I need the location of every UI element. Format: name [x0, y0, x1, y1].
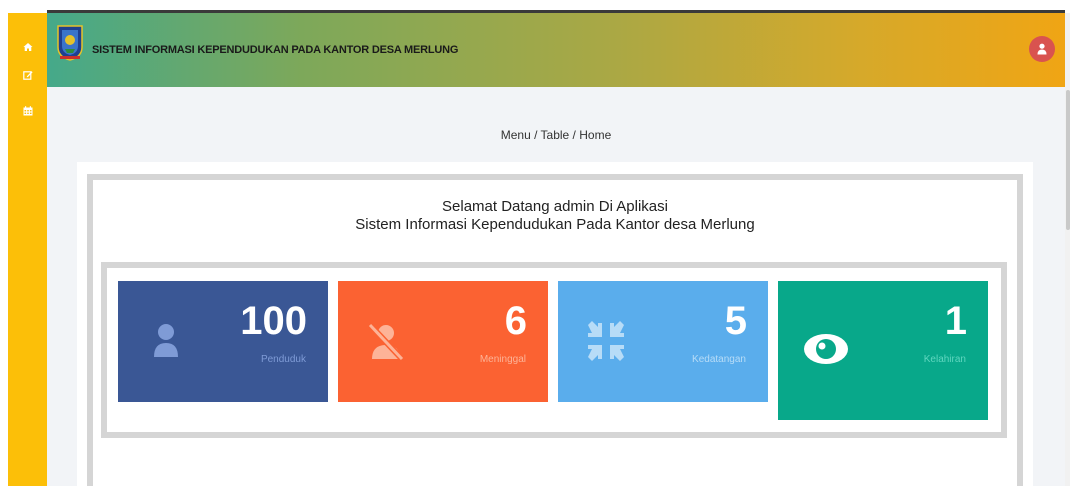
stat-label: Kedatangan	[692, 354, 746, 365]
stat-card-penduduk[interactable]: 100 Penduduk	[118, 281, 328, 402]
stat-value: 1	[944, 299, 967, 343]
stat-label: Penduduk	[260, 354, 306, 365]
user-slash-icon	[362, 317, 410, 365]
welcome-message: Selamat Datang admin Di Aplikasi Sistem …	[87, 198, 1023, 234]
home-icon[interactable]	[22, 41, 34, 53]
stat-value: 5	[724, 299, 747, 343]
user-icon	[1037, 43, 1047, 55]
welcome-line-2: Sistem Informasi Kependudukan Pada Kanto…	[355, 216, 755, 233]
user-icon	[142, 317, 190, 365]
eye-icon	[802, 325, 850, 373]
top-border	[0, 0, 1070, 13]
user-menu-button[interactable]	[1029, 36, 1055, 62]
page-scrollbar[interactable]	[1065, 13, 1070, 486]
calendar-icon[interactable]	[22, 105, 34, 117]
stat-value: 6	[504, 299, 527, 343]
sidebar	[8, 13, 47, 486]
stat-card-meninggal[interactable]: 6 Meninggal	[338, 281, 548, 402]
scrollbar-thumb[interactable]	[1066, 90, 1070, 230]
stat-card-kedatangan[interactable]: 5 Kedatangan	[558, 281, 768, 402]
breadcrumb: Menu / Table / Home	[500, 128, 612, 142]
stat-card-kelahiran[interactable]: 1 Kelahiran	[778, 281, 988, 420]
app-title: SISTEM INFORMASI KEPENDUDUKAN PADA KANTO…	[92, 44, 459, 56]
stat-value: 100	[240, 299, 307, 343]
village-emblem-logo	[56, 23, 84, 61]
welcome-line-1: Selamat Datang admin Di Aplikasi	[442, 198, 668, 215]
stat-label: Meninggal	[479, 354, 526, 365]
app-header: SISTEM INFORMASI KEPENDUDUKAN PADA KANTO…	[47, 13, 1065, 87]
compress-arrows-icon	[582, 317, 630, 365]
edit-icon[interactable]	[22, 69, 34, 81]
stat-label: Kelahiran	[923, 354, 966, 365]
